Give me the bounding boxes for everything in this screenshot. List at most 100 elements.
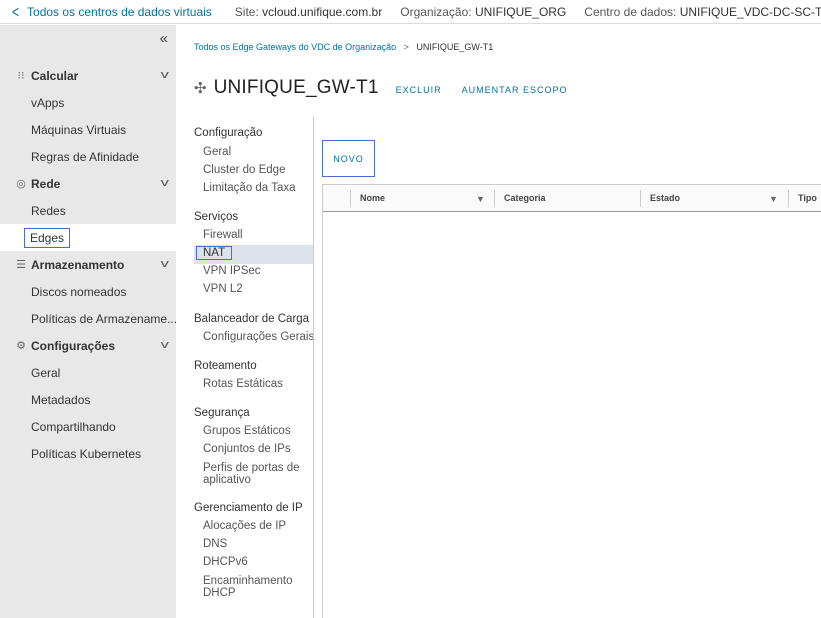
subnav-group-security: Segurança: [194, 407, 250, 419]
column-separator: [350, 190, 351, 207]
org-value: UNIFIQUE_ORG: [474, 4, 567, 19]
network-icon: ◎: [16, 177, 26, 190]
datacenter-value: UNIFIQUE_VDC-DC-SC-TIO-01: [679, 4, 821, 19]
sidebar-item-general[interactable]: Geral: [0, 359, 176, 386]
nat-rules-grid: Nome ▼ Categoria Estado ▼ Tipo: [322, 184, 821, 618]
sidebar-item-vapps[interactable]: vApps: [0, 89, 176, 116]
back-to-datacenters-link[interactable]: < Todos os centros de dados virtuais: [0, 1, 212, 22]
filter-icon[interactable]: ▼: [476, 194, 485, 204]
section-label: Armazenamento: [31, 257, 125, 272]
sidebar-item-label: Máquinas Virtuais: [31, 122, 127, 137]
chevron-down-icon: v: [160, 258, 169, 270]
top-bar: < Todos os centros de dados virtuais Sit…: [0, 0, 821, 24]
column-header-categoria[interactable]: Categoria: [504, 185, 546, 211]
column-separator[interactable]: [640, 190, 641, 207]
subnav-item-geral[interactable]: Geral: [203, 146, 231, 158]
gear-icon: ⚙: [16, 339, 26, 352]
sidebar-item-affinity-rules[interactable]: Regras de Afinidade: [0, 143, 176, 170]
subnav-item-firewall[interactable]: Firewall: [203, 229, 243, 241]
subnav-item-app-port-profiles[interactable]: Perfis de portas de aplicativo: [203, 462, 308, 486]
subnav-item-edge-cluster[interactable]: Cluster do Edge: [203, 164, 285, 176]
compute-icon: ⁝⁝: [17, 69, 25, 82]
sidebar-item-networks[interactable]: Redes: [0, 197, 176, 224]
chevron-down-icon: v: [160, 339, 169, 351]
edge-gateway-icon: ✣: [194, 80, 207, 97]
subnav-item-dns[interactable]: DNS: [203, 538, 227, 550]
main-content: Todos os Edge Gateways do VDC de Organiz…: [176, 25, 821, 618]
subnav-group-servicos: Serviços: [194, 211, 239, 223]
breadcrumb-separator: >: [403, 42, 409, 52]
sidebar-section-armazenamento[interactable]: ☰ Armazenamento v: [0, 251, 176, 278]
grid-header: Nome ▼ Categoria Estado ▼ Tipo: [323, 184, 821, 212]
sidebar-item-label: Políticas de Armazename...: [31, 311, 176, 326]
site-info: Site: vcloud.unifique.com.br: [235, 5, 382, 19]
sidebar-item-named-disks[interactable]: Discos nomeados: [0, 278, 176, 305]
sidebar-section-configuracoes[interactable]: ⚙ Configurações v: [0, 332, 176, 359]
sidebar-item-label: Políticas Kubernetes: [31, 446, 142, 461]
site-value: vcloud.unifique.com.br: [262, 4, 383, 19]
subnav-item-general-settings[interactable]: Configurações Gerais: [203, 331, 314, 343]
filter-icon[interactable]: ▼: [769, 194, 778, 204]
sidebar-item-edges[interactable]: Edges: [0, 224, 176, 251]
subnav-item-rate-limiting[interactable]: Limitação da Taxa: [203, 182, 295, 194]
site-label: Site:: [234, 4, 259, 19]
subnav-item-nat[interactable]: NAT: [196, 246, 233, 260]
sidebar-item-sharing[interactable]: Compartilhando: [0, 413, 176, 440]
delete-button[interactable]: EXCLUIR: [396, 85, 442, 95]
sidebar-item-label: Metadados: [31, 392, 91, 407]
sidebar-item-label: Compartilhando: [31, 419, 116, 434]
sidebar-section-rede[interactable]: ◎ Rede v: [0, 170, 176, 197]
subnav-group-routing: Roteamento: [194, 360, 257, 372]
chevron-down-icon: v: [160, 69, 169, 81]
breadcrumb-parent-link[interactable]: Todos os Edge Gateways do VDC de Organiz…: [194, 42, 396, 52]
collapse-sidebar-icon[interactable]: «: [160, 30, 168, 47]
sidebar-item-label: Discos nomeados: [31, 284, 127, 299]
section-label: Calcular: [31, 68, 79, 83]
breadcrumb-current: UNIFIQUE_GW-T1: [416, 42, 494, 52]
breadcrumb: Todos os Edge Gateways do VDC de Organiz…: [194, 42, 493, 52]
org-info: Organização: UNIFIQUE_ORG: [400, 5, 566, 19]
increase-scope-button[interactable]: AUMENTAR ESCOPO: [462, 85, 568, 95]
new-nat-rule-button[interactable]: NOVO: [322, 140, 375, 177]
column-header-tipo[interactable]: Tipo: [798, 185, 817, 211]
sidebar-item-kubernetes-policies[interactable]: Políticas Kubernetes: [0, 440, 176, 467]
column-separator[interactable]: [788, 190, 789, 207]
subnav-item-ip-sets[interactable]: Conjuntos de IPs: [203, 443, 291, 455]
subnav-group-configuracao: Configuração: [194, 127, 263, 139]
sidebar-item-storage-policies[interactable]: Políticas de Armazename...: [0, 305, 176, 332]
sidebar-item-label: Redes: [31, 203, 66, 218]
sidebar-item-label: Regras de Afinidade: [31, 149, 140, 164]
storage-icon: ☰: [16, 258, 26, 271]
subnav-group-load-balancer: Balanceador de Carga: [194, 313, 310, 325]
subnav-item-ip-allocations[interactable]: Alocações de IP: [203, 520, 286, 532]
column-separator[interactable]: [494, 190, 495, 207]
back-link-label: Todos os centros de dados virtuais: [27, 4, 212, 19]
subnav-item-dhcp-forwarding[interactable]: Encaminhamento DHCP: [203, 575, 308, 599]
section-label: Rede: [31, 176, 61, 191]
chevron-down-icon: v: [160, 177, 169, 189]
org-label: Organização:: [400, 4, 472, 19]
sidebar-item-label: Edges: [24, 227, 71, 248]
column-header-nome[interactable]: Nome: [360, 185, 385, 211]
column-header-estado[interactable]: Estado: [650, 185, 680, 211]
sidebar-section-calcular[interactable]: ⁝⁝ Calcular v: [0, 62, 176, 89]
datacenter-info: Centro de dados: UNIFIQUE_VDC-DC-SC-TIO-…: [584, 5, 821, 19]
sidebar-item-label: vApps: [31, 95, 65, 110]
subnav-item-dhcpv6[interactable]: DHCPv6: [203, 556, 248, 568]
sidebar: « ⁝⁝ Calcular v vApps Máquinas Virtuais …: [0, 25, 176, 618]
chevron-left-icon: <: [12, 1, 20, 22]
grid-body: [323, 212, 821, 618]
sidebar-item-label: Geral: [31, 365, 61, 380]
subnav-item-vpn-ipsec[interactable]: VPN IPSec: [203, 265, 261, 277]
subnav-item-static-routes[interactable]: Rotas Estáticas: [203, 378, 283, 390]
subnav-divider: [313, 116, 314, 618]
sidebar-item-metadata[interactable]: Metadados: [0, 386, 176, 413]
page-title: UNIFIQUE_GW-T1: [213, 77, 379, 98]
subnav-item-static-groups[interactable]: Grupos Estáticos: [203, 425, 291, 437]
section-label: Configurações: [31, 338, 116, 353]
sidebar-item-vms[interactable]: Máquinas Virtuais: [0, 116, 176, 143]
subnav-item-vpn-l2[interactable]: VPN L2: [203, 283, 243, 295]
subnav-group-ip-management: Gerenciamento de IP: [194, 502, 303, 514]
page-header: ✣ UNIFIQUE_GW-T1 EXCLUIR AUMENTAR ESCOPO: [194, 77, 567, 99]
datacenter-label: Centro de dados:: [584, 4, 677, 19]
